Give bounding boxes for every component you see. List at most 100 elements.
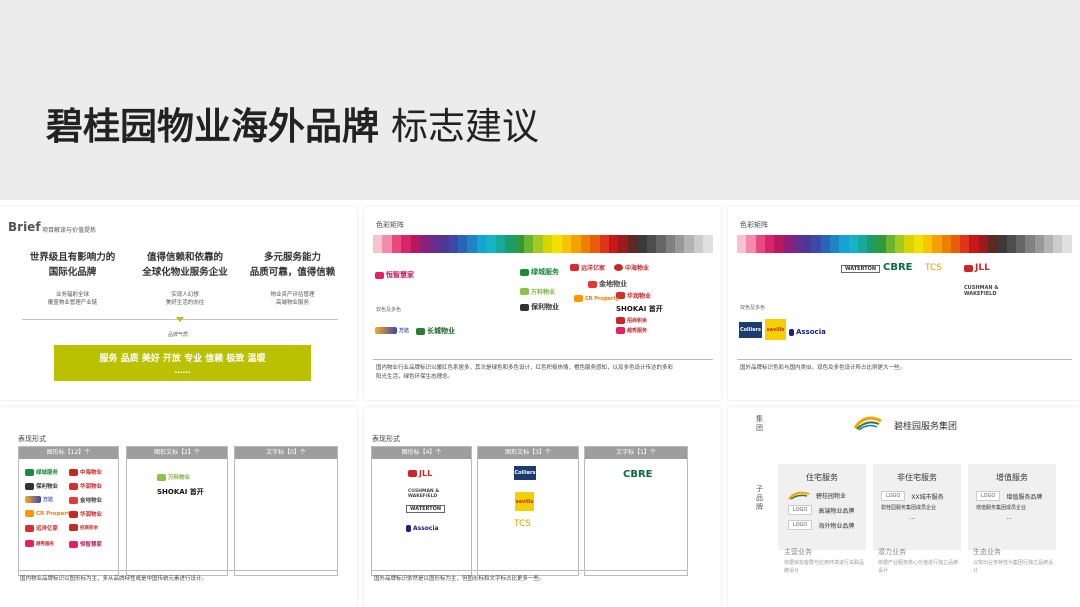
f1-hrwy: 华润物业 <box>69 482 102 490</box>
f4-associa: Associa <box>406 525 439 532</box>
palette-swatch <box>382 235 392 253</box>
overseas-form-col-3-head: 文字标【1】个 <box>585 447 687 459</box>
palette-swatch <box>950 235 961 253</box>
group-label: 集团 <box>756 415 763 432</box>
palette-swatch <box>401 235 411 253</box>
palette-swatch <box>552 235 562 253</box>
domestic-color-label: 色彩矩阵 <box>376 221 404 229</box>
palette-swatch <box>941 235 951 253</box>
palette-swatch <box>505 235 515 253</box>
domestic-note: 国内物业行业品牌标识以暖红色系居多，其次是绿色和多色设计，红色积极热情，橙色服务… <box>376 365 674 380</box>
box1-title: 住宅服务 <box>806 473 838 482</box>
domestic-form-divider <box>18 570 338 571</box>
palette-swatch <box>524 235 534 253</box>
palette-swatch <box>646 235 657 253</box>
f4-cushman: CUSHMAN & WAKEFIELD <box>408 489 440 499</box>
palette-swatch <box>1034 235 1044 253</box>
brief-col1-heading: 世界级且有影响力的 国际化品牌 <box>29 252 116 278</box>
palette-swatch <box>764 235 775 253</box>
associa-mark-icon <box>789 328 794 336</box>
palette-swatch <box>848 235 858 253</box>
logo-zsjy: 招商积余 <box>616 317 647 324</box>
box2-item-3: ... <box>909 514 916 521</box>
palette-swatch <box>876 235 886 253</box>
logo-crp: CR Property <box>574 295 619 302</box>
box3-title: 增值服务 <box>996 473 1028 482</box>
palette-swatch <box>599 235 609 253</box>
domestic-form-col-1-head: 图形标【12】个 <box>19 447 118 459</box>
palette-swatch <box>829 235 840 253</box>
wave-icon <box>616 317 625 324</box>
overseas-form-panel: 表现形式 图形标【4】个 JLL CUSHMAN & WAKEFIELD WATE… <box>364 407 721 607</box>
f1-zhwy: 中海物业 <box>69 468 102 476</box>
f1-hrwy2: 华润物业 <box>69 510 102 518</box>
f1-blwy: 保利物业 <box>25 482 58 490</box>
palette-swatch <box>1043 235 1054 253</box>
structure-box-3: 增值服务 LOGO 增值服务品牌 增值服务集团成员企业 ... <box>968 464 1056 550</box>
palette-swatch <box>627 235 638 253</box>
logo-blwy: 保利物业 <box>520 302 559 312</box>
leaf-icon <box>520 268 529 276</box>
palette-swatch <box>895 235 905 253</box>
palette-swatch <box>420 235 430 253</box>
mood-box: 服务 品质 美好 开放 专业 信赖 极致 温暖 …… <box>54 345 311 381</box>
palette-swatch <box>391 235 402 253</box>
palette-swatch <box>969 235 979 253</box>
logo-hrwy: 华润物业 <box>616 291 651 300</box>
overseas-dual-label: 双色及多色 <box>740 305 766 311</box>
palette-swatch <box>904 235 914 253</box>
logo-ws: 万达 <box>375 327 409 334</box>
f1-ws: 万达 <box>25 496 53 503</box>
palette-swatch <box>533 235 543 253</box>
overseas-form-note: 国外品牌标识依然是以图形标为主，但图形标和文字标占比更多一些。 <box>374 576 545 582</box>
palette-swatch <box>1015 235 1026 253</box>
lotus-icon <box>375 271 384 279</box>
palette-swatch <box>457 235 468 253</box>
p-icon <box>520 303 529 311</box>
palette-swatch <box>703 235 713 253</box>
flower-icon <box>616 327 625 334</box>
palette-swatch <box>590 235 600 253</box>
palette-swatch <box>792 235 803 253</box>
logo-associa: Associa <box>789 328 826 336</box>
box1-item-3: LOGO 海外物业品牌 <box>788 520 854 530</box>
box2-footer: 潜力业务 依据产业服务核心价值进行独立品牌设计 <box>878 548 959 574</box>
brief-col3-sub: 物业资产评估管理 高端物业服务 <box>270 292 315 306</box>
palette-swatch <box>839 235 849 253</box>
sub-brand-label: 子品牌 <box>756 485 763 511</box>
palette-swatch <box>1062 235 1072 253</box>
overseas-form-col-1: 图形标【4】个 JLL CUSHMAN & WAKEFIELD WATERTON … <box>371 446 472 576</box>
palette-swatch <box>542 235 553 253</box>
f5-savills: savills <box>515 492 534 511</box>
box1-item-1: 碧桂园物业 <box>788 491 854 500</box>
palette-swatch <box>978 235 989 253</box>
palette-swatch <box>811 235 821 253</box>
slide: { "header": { "title_bold": "碧桂园物业海外品牌",… <box>0 0 1080 607</box>
palette-swatch <box>665 235 675 253</box>
logo-lcfw: 绿城服务 <box>520 267 559 277</box>
page-title: 碧桂园物业海外品牌 标志建议 <box>46 96 539 150</box>
palette-swatch <box>1006 235 1016 253</box>
overseas-form-col-3: 文字标【1】个 CBRE <box>584 446 688 576</box>
overseas-color-panel: 色彩矩阵 WATERTON CBRE TCS JLL CUSHMAN & WAKE… <box>728 207 1080 400</box>
palette-swatch <box>755 235 765 253</box>
f1-lcfw: 绿城服务 <box>25 468 58 476</box>
palette-swatch <box>571 235 581 253</box>
palette-swatch <box>495 235 506 253</box>
palette-swatch <box>932 235 942 253</box>
sun-icon <box>574 295 583 302</box>
box3-item-3: ... <box>1006 514 1013 521</box>
f2-wkwy: 万科物业 <box>157 473 190 481</box>
logo-jdwy: 金地物业 <box>588 279 627 289</box>
palette-swatch <box>922 235 933 253</box>
brief-panel: Brief 项目解读与价值提炼 世界级且有影响力的 国际化品牌 业务辐射全球 覆盖物… <box>0 207 357 400</box>
diamond-icon <box>588 280 597 288</box>
overseas-divider <box>737 359 1072 360</box>
palette-swatch <box>693 235 704 253</box>
palette-swatch <box>439 235 449 253</box>
box2-item-1: LOGO XX城市服务 <box>881 491 944 501</box>
bgy-small-logo-icon <box>788 491 810 500</box>
box1-footer: 主营业务 依据目标客群与应用环境进行关联品牌设计 <box>784 548 865 574</box>
f5-colliers: Colliers <box>514 466 536 480</box>
domestic-color-panel: 色彩矩阵 恒智慧家 绿城服务 远洋亿家 中海物业 金地物业 万科物业 华润物业 … <box>364 207 721 400</box>
